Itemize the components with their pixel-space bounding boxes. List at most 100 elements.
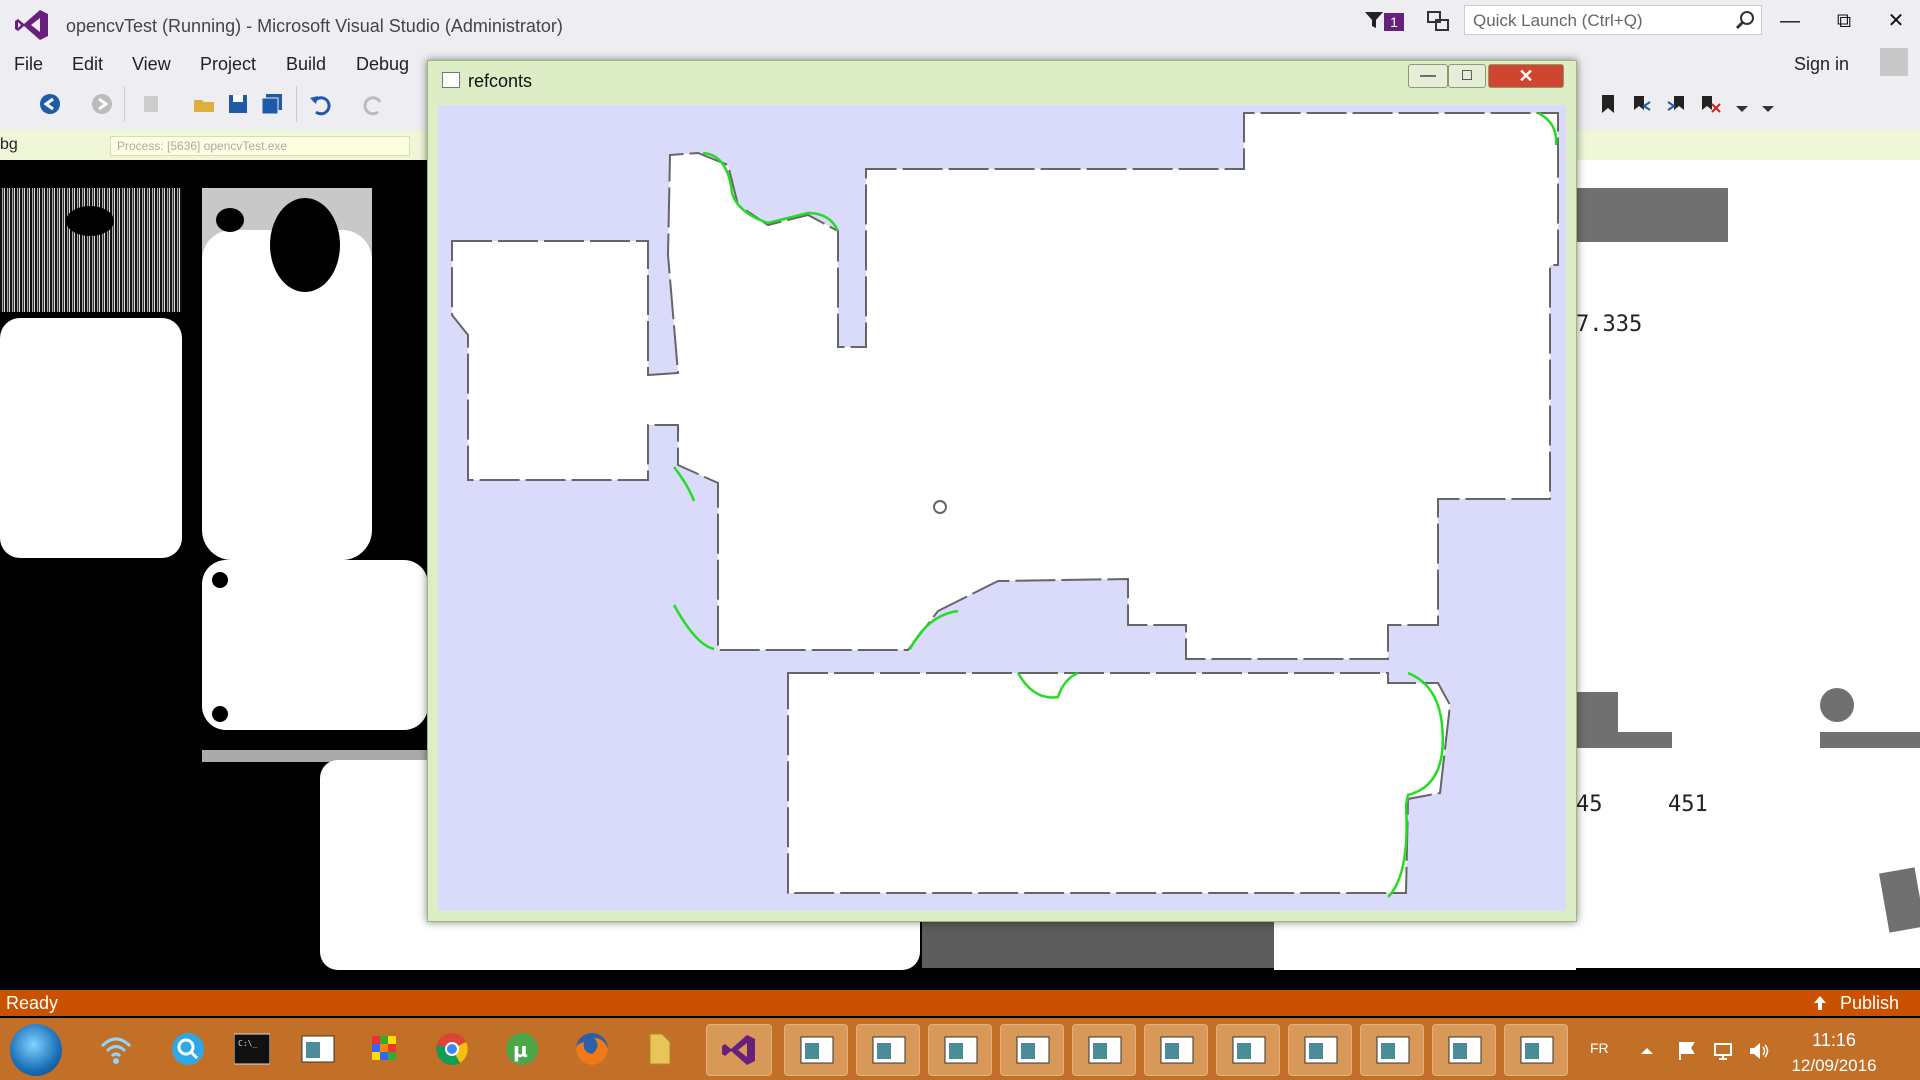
rubik-cube-icon bbox=[372, 1036, 396, 1060]
taskbar-utorrent-app[interactable]: µ bbox=[494, 1024, 550, 1076]
gray-rect bbox=[1576, 692, 1618, 732]
refconts-minimize-button[interactable]: — bbox=[1408, 64, 1448, 88]
prev-bookmark-icon[interactable] bbox=[1630, 92, 1654, 116]
folder-icon bbox=[649, 1033, 671, 1065]
next-bookmark-icon[interactable] bbox=[1664, 92, 1688, 116]
taskbar-window-app[interactable] bbox=[1504, 1024, 1568, 1076]
redo-icon[interactable] bbox=[362, 92, 386, 116]
gray-rect bbox=[922, 922, 1274, 968]
taskbar-window-app[interactable] bbox=[1144, 1024, 1208, 1076]
toolbar-separator bbox=[296, 86, 297, 122]
sign-in-link[interactable]: Sign in bbox=[1794, 54, 1849, 75]
minimize-button[interactable]: — bbox=[1770, 8, 1810, 34]
window-title: opencvTest (Running) - Microsoft Visual … bbox=[66, 16, 563, 36]
menu-build[interactable]: Build bbox=[286, 54, 326, 75]
start-button[interactable] bbox=[10, 1024, 62, 1076]
open-folder-icon[interactable] bbox=[192, 92, 216, 116]
contour-drawing bbox=[451, 111, 1559, 898]
save-all-icon[interactable] bbox=[260, 92, 284, 116]
notification-badge[interactable]: 1 bbox=[1384, 13, 1404, 31]
room-region bbox=[451, 112, 1559, 660]
taskbar-window-app[interactable] bbox=[1000, 1024, 1064, 1076]
clock-time[interactable]: 11:16 bbox=[1786, 1030, 1882, 1051]
window-icon bbox=[1016, 1036, 1050, 1064]
taskbar-rubik-app[interactable] bbox=[356, 1024, 412, 1076]
language-indicator[interactable]: FR bbox=[1590, 1040, 1609, 1056]
taskbar-window-app[interactable] bbox=[1360, 1024, 1424, 1076]
toolbar-separator bbox=[124, 86, 125, 122]
chrome-icon bbox=[436, 1033, 468, 1065]
taskbar-window-app[interactable] bbox=[784, 1024, 848, 1076]
taskbar-network-app[interactable] bbox=[88, 1024, 144, 1076]
image-window-right: 7.335 45 451 bbox=[1576, 160, 1920, 968]
close-button[interactable]: ✕ bbox=[1876, 8, 1916, 34]
taskbar-cmd-app[interactable]: C:\_ bbox=[224, 1024, 280, 1076]
gray-rect bbox=[1820, 732, 1920, 748]
quick-launch-input[interactable]: Quick Launch (Ctrl+Q) bbox=[1464, 5, 1762, 35]
wifi-icon bbox=[100, 1037, 132, 1064]
gray-rect bbox=[1879, 867, 1920, 933]
window-icon bbox=[1376, 1036, 1410, 1064]
window-icon bbox=[1160, 1036, 1194, 1064]
taskbar-window-app[interactable] bbox=[290, 1024, 346, 1076]
feedback-icon[interactable] bbox=[1426, 10, 1450, 32]
back-icon[interactable] bbox=[38, 92, 62, 116]
network-tray-icon[interactable] bbox=[1712, 1040, 1734, 1062]
publish-arrow-icon[interactable] bbox=[1812, 994, 1828, 1012]
refconts-canvas[interactable] bbox=[438, 105, 1566, 911]
forward-icon[interactable] bbox=[90, 92, 114, 116]
save-icon[interactable] bbox=[226, 92, 250, 116]
taskbar-search-app[interactable] bbox=[160, 1024, 216, 1076]
menu-project[interactable]: Project bbox=[200, 54, 256, 75]
menu-view[interactable]: View bbox=[132, 54, 171, 75]
vs-status-bar: Ready Publish bbox=[0, 990, 1920, 1016]
taskbar-window-app[interactable] bbox=[928, 1024, 992, 1076]
menu-file[interactable]: File bbox=[14, 54, 43, 75]
status-text: Ready bbox=[6, 993, 59, 1013]
notification-filter-icon[interactable] bbox=[1364, 10, 1384, 30]
taskbar-firefox-app[interactable] bbox=[564, 1024, 620, 1076]
image-blob bbox=[66, 206, 114, 236]
clock-date[interactable]: 12/09/2016 bbox=[1786, 1056, 1882, 1076]
account-icon[interactable] bbox=[1880, 48, 1908, 76]
taskbar-window-app[interactable] bbox=[1072, 1024, 1136, 1076]
quick-launch-placeholder: Quick Launch (Ctrl+Q) bbox=[1473, 11, 1643, 30]
taskbar-window-app[interactable] bbox=[1216, 1024, 1280, 1076]
toolbar-overflow-icon[interactable] bbox=[1730, 92, 1754, 116]
toolbar-overflow-icon[interactable] bbox=[1756, 92, 1780, 116]
process-dropdown[interactable]: Process: [5636] opencvTest.exe bbox=[110, 136, 410, 156]
bookmark-icon[interactable] bbox=[1596, 92, 1620, 116]
taskbar-chrome-app[interactable] bbox=[424, 1024, 480, 1076]
image-blob bbox=[216, 208, 244, 232]
clear-bookmarks-icon[interactable] bbox=[1698, 92, 1722, 116]
debug-label: bg bbox=[0, 136, 18, 153]
refconts-title: refconts bbox=[468, 71, 533, 91]
utorrent-icon: µ bbox=[506, 1033, 538, 1065]
publish-button[interactable]: Publish bbox=[1840, 993, 1899, 1014]
taskbar-window-app[interactable] bbox=[1432, 1024, 1496, 1076]
gray-rect bbox=[1576, 188, 1728, 242]
taskbar-visual-studio-app[interactable] bbox=[706, 1024, 772, 1076]
restore-button[interactable]: ⧉ bbox=[1824, 8, 1864, 34]
refconts-maximize-button[interactable]: □ bbox=[1448, 64, 1486, 88]
gray-rect bbox=[1576, 732, 1672, 748]
show-hidden-icons-icon[interactable] bbox=[1636, 1040, 1658, 1062]
taskbar-window-app[interactable] bbox=[1288, 1024, 1352, 1076]
action-center-flag-icon[interactable] bbox=[1676, 1040, 1698, 1062]
firefox-icon bbox=[576, 1033, 608, 1065]
svg-text:µ: µ bbox=[513, 1038, 528, 1062]
menu-debug[interactable]: Debug bbox=[356, 54, 409, 75]
refconts-window[interactable]: refconts — □ ✕ bbox=[427, 60, 1577, 922]
image-blob bbox=[0, 318, 182, 558]
new-project-icon[interactable] bbox=[140, 92, 164, 116]
menu-edit[interactable]: Edit bbox=[72, 54, 103, 75]
image-blob bbox=[270, 198, 340, 292]
taskbar-window-app[interactable] bbox=[856, 1024, 920, 1076]
taskbar-explorer-app[interactable] bbox=[632, 1024, 688, 1076]
overlay-value: 451 bbox=[1668, 792, 1708, 817]
refconts-close-button[interactable]: ✕ bbox=[1488, 64, 1564, 88]
window-icon bbox=[1304, 1036, 1338, 1064]
undo-icon[interactable] bbox=[308, 92, 332, 116]
volume-icon[interactable] bbox=[1748, 1040, 1770, 1062]
search-icon[interactable] bbox=[1735, 10, 1755, 30]
